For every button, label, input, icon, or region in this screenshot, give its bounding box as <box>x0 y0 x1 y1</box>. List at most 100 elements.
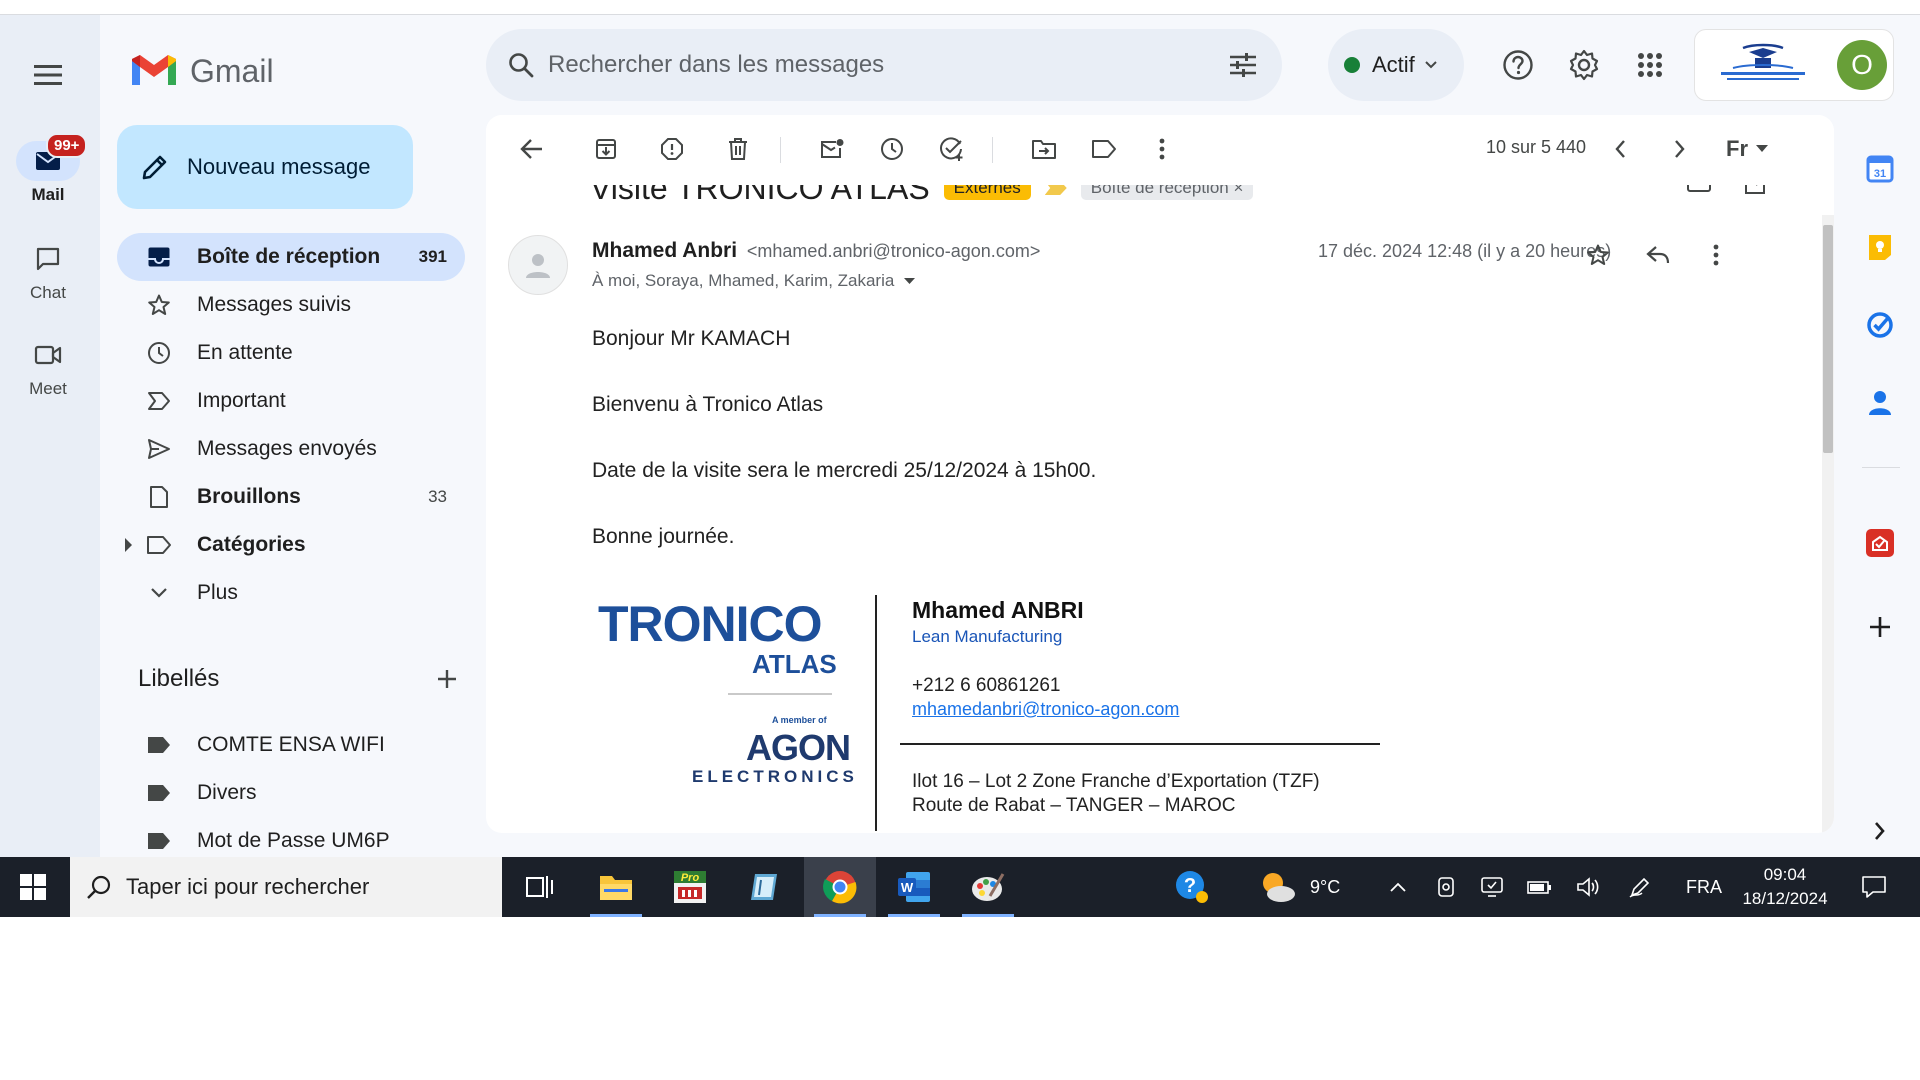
important-icon <box>145 387 173 415</box>
input-language: Fr <box>1726 136 1748 161</box>
recipients[interactable]: À moi, Soraya, Mhamed, Karim, Zakaria <box>592 271 916 291</box>
plus-icon[interactable] <box>436 668 458 690</box>
sender-avatar[interactable] <box>508 235 568 295</box>
app-rail: 99+ Mail Chat Meet <box>0 15 100 857</box>
signature-divider <box>728 693 832 695</box>
nav-item-sent[interactable]: Messages envoyés <box>117 425 465 473</box>
group-logo-text: AGON <box>746 727 851 768</box>
chevron-right-icon <box>1675 140 1685 158</box>
nav-item-more[interactable]: Plus <box>117 569 465 617</box>
label-item[interactable]: Mot de Passe UM6P <box>117 817 465 857</box>
labels-button[interactable] <box>1082 127 1126 171</box>
more-options-button[interactable] <box>1140 127 1184 171</box>
search-options-icon[interactable] <box>1228 52 1258 78</box>
taskbar-paint[interactable] <box>952 857 1024 917</box>
report-spam-button[interactable] <box>650 127 694 171</box>
taskbar-chrome[interactable] <box>804 857 876 917</box>
task-view-button[interactable] <box>504 857 576 917</box>
taskbar-notes-app[interactable] <box>728 857 800 917</box>
pencil-icon <box>142 155 167 180</box>
help-tray-icon[interactable]: ? <box>1172 867 1212 907</box>
calendar-icon: 31 <box>1866 155 1894 183</box>
help-button[interactable] <box>1492 39 1544 91</box>
taskbar-pro-app[interactable]: Pro <box>654 857 726 917</box>
keep-app-button[interactable] <box>1858 225 1902 269</box>
reply-button[interactable] <box>1634 231 1682 279</box>
scrollbar-thumb[interactable] <box>1823 225 1833 453</box>
apps-grid-icon <box>1638 53 1662 77</box>
rail-item-mail[interactable]: 99+ Mail <box>0 133 96 205</box>
mark-unread-icon <box>821 139 844 158</box>
gmail-logo[interactable]: Gmail <box>130 45 274 97</box>
word-icon: W <box>898 872 930 902</box>
volume-control[interactable] <box>1568 867 1608 907</box>
weather-widget[interactable] <box>1258 867 1298 907</box>
nav-item-categories[interactable]: Catégories <box>117 521 465 569</box>
nav-item-inbox[interactable]: Boîte de réception 391 <box>117 233 465 281</box>
notifications-button[interactable] <box>1854 867 1894 907</box>
search-bar[interactable]: Rechercher dans les messages <box>486 29 1282 101</box>
search-input[interactable]: Rechercher dans les messages <box>548 51 1228 79</box>
settings-button[interactable] <box>1558 39 1610 91</box>
input-tools-button[interactable]: Fr <box>1726 129 1768 169</box>
message-scrollbar[interactable] <box>1822 215 1834 833</box>
pen-workspace-button[interactable] <box>1620 867 1660 907</box>
addon-app-button[interactable] <box>1858 521 1902 565</box>
status-selector[interactable]: Actif <box>1328 29 1464 101</box>
signature-address-line: Ilot 16 – Lot 2 Zone Franche d’Exportati… <box>912 771 1320 792</box>
calendar-app-button[interactable]: 31 <box>1858 147 1902 191</box>
back-button[interactable] <box>510 127 554 171</box>
weather-temperature[interactable]: 9°C <box>1310 877 1340 898</box>
nav-label: Important <box>197 389 286 412</box>
tray-display-icon[interactable] <box>1472 867 1512 907</box>
newer-button[interactable] <box>1598 127 1642 171</box>
delete-button[interactable] <box>716 127 760 171</box>
star-button[interactable] <box>1574 231 1622 279</box>
label-item[interactable]: COMTE ENSA WIFI <box>117 721 465 769</box>
nav-item-starred[interactable]: Messages suivis <box>117 281 465 329</box>
taskbar-search[interactable]: Taper ici pour rechercher <box>70 857 502 917</box>
taskbar-word[interactable]: W <box>878 857 950 917</box>
nav-item-snoozed[interactable]: En attente <box>117 329 465 377</box>
expand-caret-icon[interactable] <box>125 538 132 552</box>
move-to-button[interactable] <box>1022 127 1066 171</box>
battery-status[interactable] <box>1520 867 1560 907</box>
signature-divider <box>900 743 1380 745</box>
label-item[interactable]: Divers <box>117 769 465 817</box>
nav-item-important[interactable]: Important <box>117 377 465 425</box>
chevron-down-icon <box>145 579 173 607</box>
system-clock[interactable]: 09:04 18/12/2024 <box>1710 863 1860 911</box>
show-hidden-icons-button[interactable] <box>1378 867 1418 907</box>
body-line: Bonne journée. <box>592 525 735 548</box>
contacts-app-button[interactable] <box>1858 381 1902 425</box>
tray-device-icon[interactable] <box>1426 867 1466 907</box>
side-panel: 31 <box>1844 115 1920 857</box>
addon-icon <box>1866 529 1894 557</box>
status-label: Actif <box>1372 52 1415 77</box>
main-menu-button[interactable] <box>24 51 72 99</box>
signature-role: Lean Manufacturing <box>912 627 1063 646</box>
message-more-button[interactable] <box>1692 231 1740 279</box>
rail-item-chat[interactable]: Chat <box>0 239 96 303</box>
message-panel: 10 sur 5 440 Fr Visite TRONICO ATLAS Ext… <box>486 115 1834 833</box>
older-button[interactable] <box>1658 127 1702 171</box>
sender-name[interactable]: Mhamed Anbri <box>592 239 737 262</box>
taskbar-file-explorer[interactable] <box>580 857 652 917</box>
get-addons-button[interactable] <box>1858 605 1902 649</box>
nav-item-drafts[interactable]: Brouillons 33 <box>117 473 465 521</box>
snooze-button[interactable] <box>870 127 914 171</box>
compose-button[interactable]: Nouveau message <box>117 125 413 209</box>
account-avatar[interactable]: O <box>1837 40 1887 90</box>
caret-down-icon[interactable] <box>904 277 916 285</box>
folder-nav: Boîte de réception 391 Messages suivis E… <box>117 233 465 617</box>
add-to-tasks-button[interactable] <box>930 127 974 171</box>
apps-button[interactable] <box>1624 39 1676 91</box>
hide-side-panel-button[interactable] <box>1858 809 1902 853</box>
rail-item-meet[interactable]: Meet <box>0 335 96 399</box>
account-switcher[interactable]: O <box>1694 29 1894 101</box>
archive-button[interactable] <box>584 127 628 171</box>
signature-email-link[interactable]: mhamedanbri@tronico-agon.com <box>912 699 1179 720</box>
mark-unread-button[interactable] <box>810 127 854 171</box>
tasks-app-button[interactable] <box>1858 303 1902 347</box>
start-button[interactable] <box>0 857 66 917</box>
